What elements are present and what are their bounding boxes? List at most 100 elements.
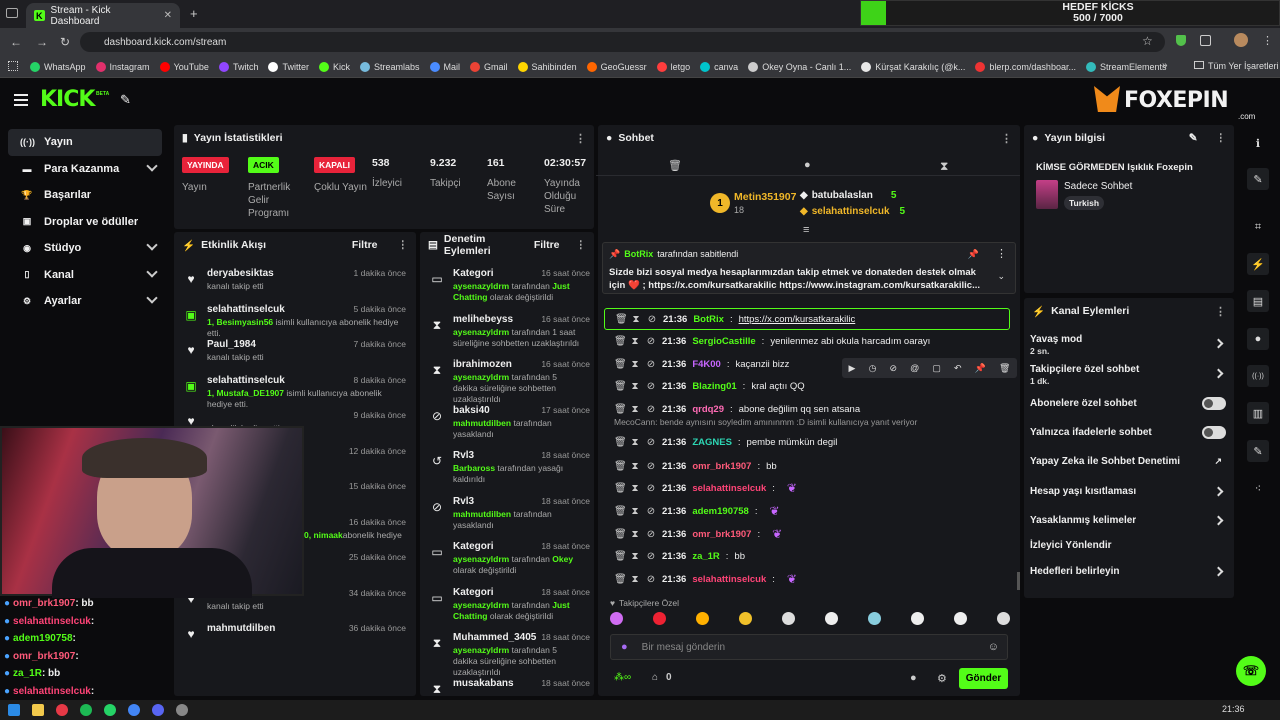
bookmark-item[interactable]: Twitter: [268, 61, 309, 72]
emote-icon[interactable]: [696, 612, 709, 625]
app-red-icon[interactable]: [56, 704, 68, 716]
emote-icon[interactable]: [997, 612, 1010, 625]
delete-message-icon[interactable]: 🗑: [999, 363, 1010, 374]
timeout-icon[interactable]: ⧗: [630, 574, 640, 585]
delete-icon[interactable]: 🗑: [614, 336, 627, 347]
moderation-target[interactable]: Kategori: [453, 587, 494, 598]
timeout-icon[interactable]: ⧗: [630, 506, 640, 517]
bookmark-item[interactable]: Sahibinden: [517, 61, 577, 72]
bookmark-item[interactable]: StreamElements: [1085, 61, 1167, 72]
ban-icon[interactable]: ⊘: [647, 314, 657, 325]
ban-icon[interactable]: ⊘: [646, 551, 656, 562]
moderation-target[interactable]: Rvl3: [453, 496, 474, 507]
hourglass-tab-icon[interactable]: ⧗: [940, 159, 948, 174]
whatsapp-icon[interactable]: [104, 704, 116, 716]
browser-tab[interactable]: K Stream - Kick Dashboard ✕: [26, 3, 180, 28]
emote-icon[interactable]: [782, 612, 795, 625]
bookmark-item[interactable]: Instagram: [95, 61, 150, 72]
pin-message-icon[interactable]: 📌: [975, 363, 986, 374]
toggle-switch[interactable]: [1202, 396, 1226, 410]
kick-logo[interactable]: KICK: [40, 87, 95, 112]
delete-icon[interactable]: 🗑: [614, 381, 627, 392]
emote-icon[interactable]: [954, 612, 967, 625]
message-user[interactable]: omr_brk1907: [692, 461, 751, 472]
broadcast-icon[interactable]: ((·)): [1247, 365, 1269, 387]
channel-action-item[interactable]: Hesap yaşı kısıtlaması: [1030, 478, 1230, 504]
moderation-filter-button[interactable]: Filtre: [534, 239, 560, 251]
ban-icon[interactable]: ⊘: [646, 483, 656, 494]
message-user[interactable]: selahattinselcuk: [692, 574, 766, 585]
activity-menu-icon[interactable]: ⋮: [398, 239, 409, 251]
chat-input[interactable]: ● Bir mesaj gönderin ☺: [610, 634, 1008, 660]
event-user[interactable]: Paul_1984: [207, 339, 256, 350]
crop-icon[interactable]: ⌗: [1247, 216, 1269, 238]
timeout-icon[interactable]: ⧗: [630, 529, 640, 540]
trash-tab-icon[interactable]: 🗑: [668, 159, 682, 172]
ban-icon[interactable]: ⊘: [646, 461, 656, 472]
bookmark-item[interactable]: GeoGuessr: [586, 61, 647, 72]
emote-icon[interactable]: [868, 612, 881, 625]
back-icon[interactable]: ←: [10, 35, 22, 49]
message-user[interactable]: adem190758: [692, 506, 749, 517]
channel-actions-menu-icon[interactable]: ⋮: [1215, 305, 1226, 318]
more-bookmarks-icon[interactable]: »: [1162, 60, 1168, 71]
delete-icon[interactable]: 🗑: [614, 483, 627, 494]
info-icon[interactable]: ℹ: [1247, 132, 1269, 154]
emote-icon[interactable]: [653, 612, 666, 625]
microphone-icon[interactable]: ●: [621, 641, 628, 653]
ban-icon[interactable]: ⊘: [646, 359, 656, 370]
chat-tab-icon[interactable]: ●: [804, 159, 811, 171]
sidebar-item-6[interactable]: ⚙ Ayarlar: [8, 288, 162, 315]
sidebar-item-0[interactable]: ((·)) Yayın: [8, 129, 162, 156]
bookmark-item[interactable]: letgo: [656, 61, 690, 72]
emote-icon[interactable]: [911, 612, 924, 625]
moderation-target[interactable]: Kategori: [453, 268, 494, 279]
channel-action-item[interactable]: Yavaş mod 2 sn.: [1030, 330, 1230, 356]
bookmark-item[interactable]: canva: [700, 61, 738, 72]
moderation-menu-icon[interactable]: ⋮: [576, 239, 587, 251]
hamburger-menu-icon[interactable]: [14, 94, 28, 106]
top-gifter-3[interactable]: ◆ selahattinselcuk 5: [800, 206, 905, 217]
moderation-target[interactable]: Muhammed_3405: [453, 632, 536, 643]
emote-icon[interactable]: [610, 612, 623, 625]
tab-search-icon[interactable]: [6, 8, 18, 18]
unpin-icon[interactable]: 📌: [968, 249, 979, 260]
bolt-icon[interactable]: ⚡: [1247, 253, 1269, 275]
sidebar-item-2[interactable]: 🏆 Başarılar: [8, 182, 162, 209]
bookmark-item[interactable]: blerp.com/dashboar...: [975, 61, 1076, 72]
pinned-expand-icon[interactable]: ⌄: [997, 271, 1005, 282]
message-user[interactable]: F4K00: [692, 359, 721, 370]
timeout-icon[interactable]: ⧗: [630, 336, 640, 347]
moderation-target[interactable]: ibrahimozen: [453, 359, 512, 370]
extension-shield-icon[interactable]: [1176, 35, 1186, 46]
url-field[interactable]: dashboard.kick.com/stream: [80, 32, 1165, 52]
apps-icon[interactable]: [8, 61, 18, 71]
channel-action-item[interactable]: Takipçilere özel sohbet 1 dk.: [1030, 360, 1230, 386]
start-icon[interactable]: [8, 704, 20, 716]
timeout-icon[interactable]: ⧗: [630, 404, 640, 415]
bookmark-item[interactable]: YouTube: [159, 61, 209, 72]
obs-icon[interactable]: [176, 704, 188, 716]
bookmark-item[interactable]: Streamlabs: [359, 61, 420, 72]
chat-settings-icon[interactable]: ⚙: [937, 672, 947, 685]
channel-action-item[interactable]: Yapay Zeka ile Sohbet Denetimi ↗: [1030, 448, 1230, 474]
timeout-icon[interactable]: ⧗: [631, 314, 641, 325]
event-user[interactable]: selahattinselcuk: [207, 375, 285, 386]
extensions-icon[interactable]: [1200, 35, 1211, 46]
channel-action-item[interactable]: İzleyici Yönlendir: [1030, 532, 1230, 558]
delete-icon[interactable]: 🗑: [614, 461, 627, 472]
message-user[interactable]: ZAGNES: [692, 437, 732, 448]
bookmark-item[interactable]: Kick: [318, 61, 350, 72]
event-user[interactable]: selahattinselcuk: [207, 304, 285, 315]
channel-action-item[interactable]: Abonelere özel sohbet: [1030, 390, 1230, 416]
discord-icon[interactable]: [152, 704, 164, 716]
copy-icon[interactable]: ▢: [932, 363, 941, 374]
sidebar-item-5[interactable]: ▯ Kanal: [8, 262, 162, 289]
emote-icon[interactable]: [825, 612, 838, 625]
chrome-icon[interactable]: [128, 704, 140, 716]
delete-icon[interactable]: 🗑: [614, 404, 627, 415]
event-user[interactable]: deryabesiktas: [207, 268, 274, 279]
channel-action-item[interactable]: Yalnızca ifadelerle sohbet: [1030, 419, 1230, 445]
moderation-target[interactable]: Kategori: [453, 541, 494, 552]
explorer-icon[interactable]: [32, 704, 44, 716]
